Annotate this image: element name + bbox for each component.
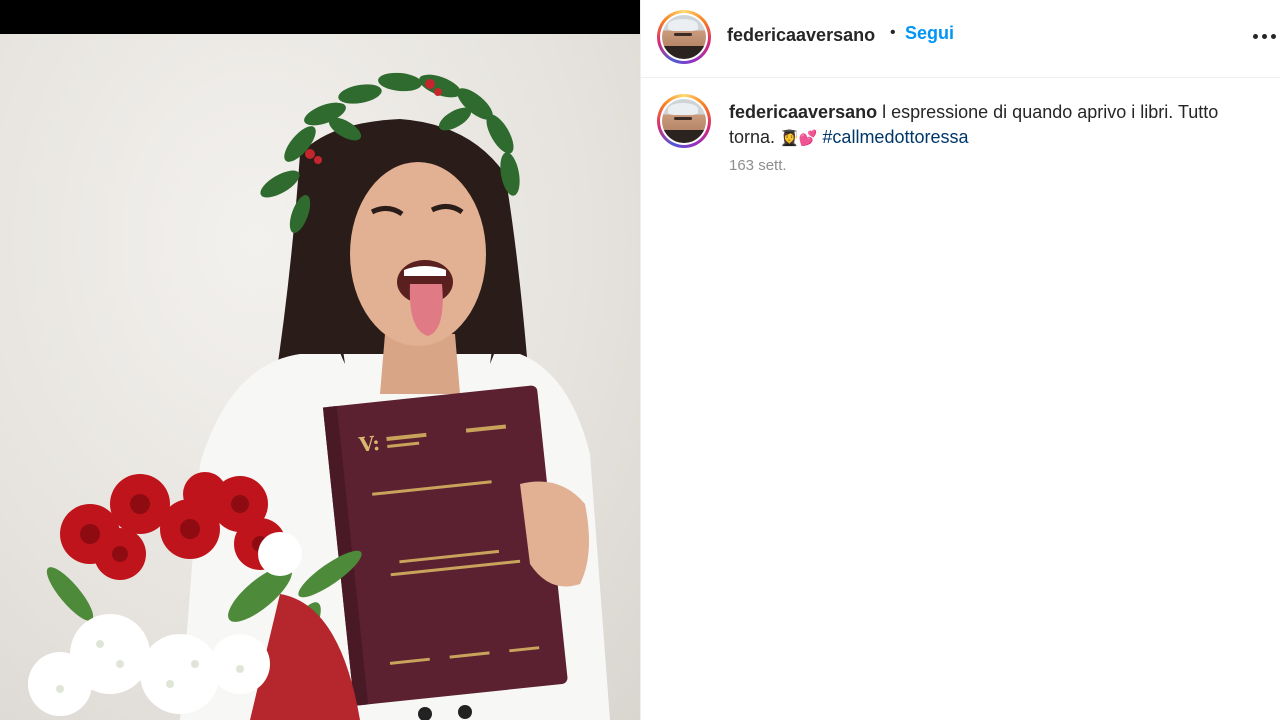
caption-username[interactable]: federicaaversano: [729, 102, 877, 122]
media-letterbox: [0, 0, 640, 34]
post-header: federicaaversano • Segui: [641, 0, 1280, 78]
post-media[interactable]: V:: [0, 0, 640, 720]
post-timestamp[interactable]: 163 sett.: [729, 157, 787, 174]
caption-author-avatar[interactable]: [657, 94, 711, 148]
caption-emoji: 👩‍🎓💕: [780, 129, 818, 147]
post-photo[interactable]: V:: [0, 34, 640, 720]
avatar-image: [662, 99, 706, 143]
post-caption: federicaaversano l espressione di quando…: [729, 100, 1269, 151]
svg-text:V:: V:: [357, 431, 381, 457]
separator-dot: •: [890, 24, 896, 41]
author-username[interactable]: federicaaversano: [727, 25, 875, 46]
graduation-photo-illustration: V:: [28, 72, 610, 720]
more-horizontal-icon[interactable]: [1253, 34, 1277, 40]
caption-hashtag[interactable]: #callmedottoressa: [822, 127, 968, 147]
post-side-panel: federicaaversano • Segui federicaaversan…: [640, 0, 1280, 720]
follow-button[interactable]: Segui: [905, 23, 954, 44]
author-avatar[interactable]: [657, 10, 711, 64]
avatar-image: [662, 15, 706, 59]
